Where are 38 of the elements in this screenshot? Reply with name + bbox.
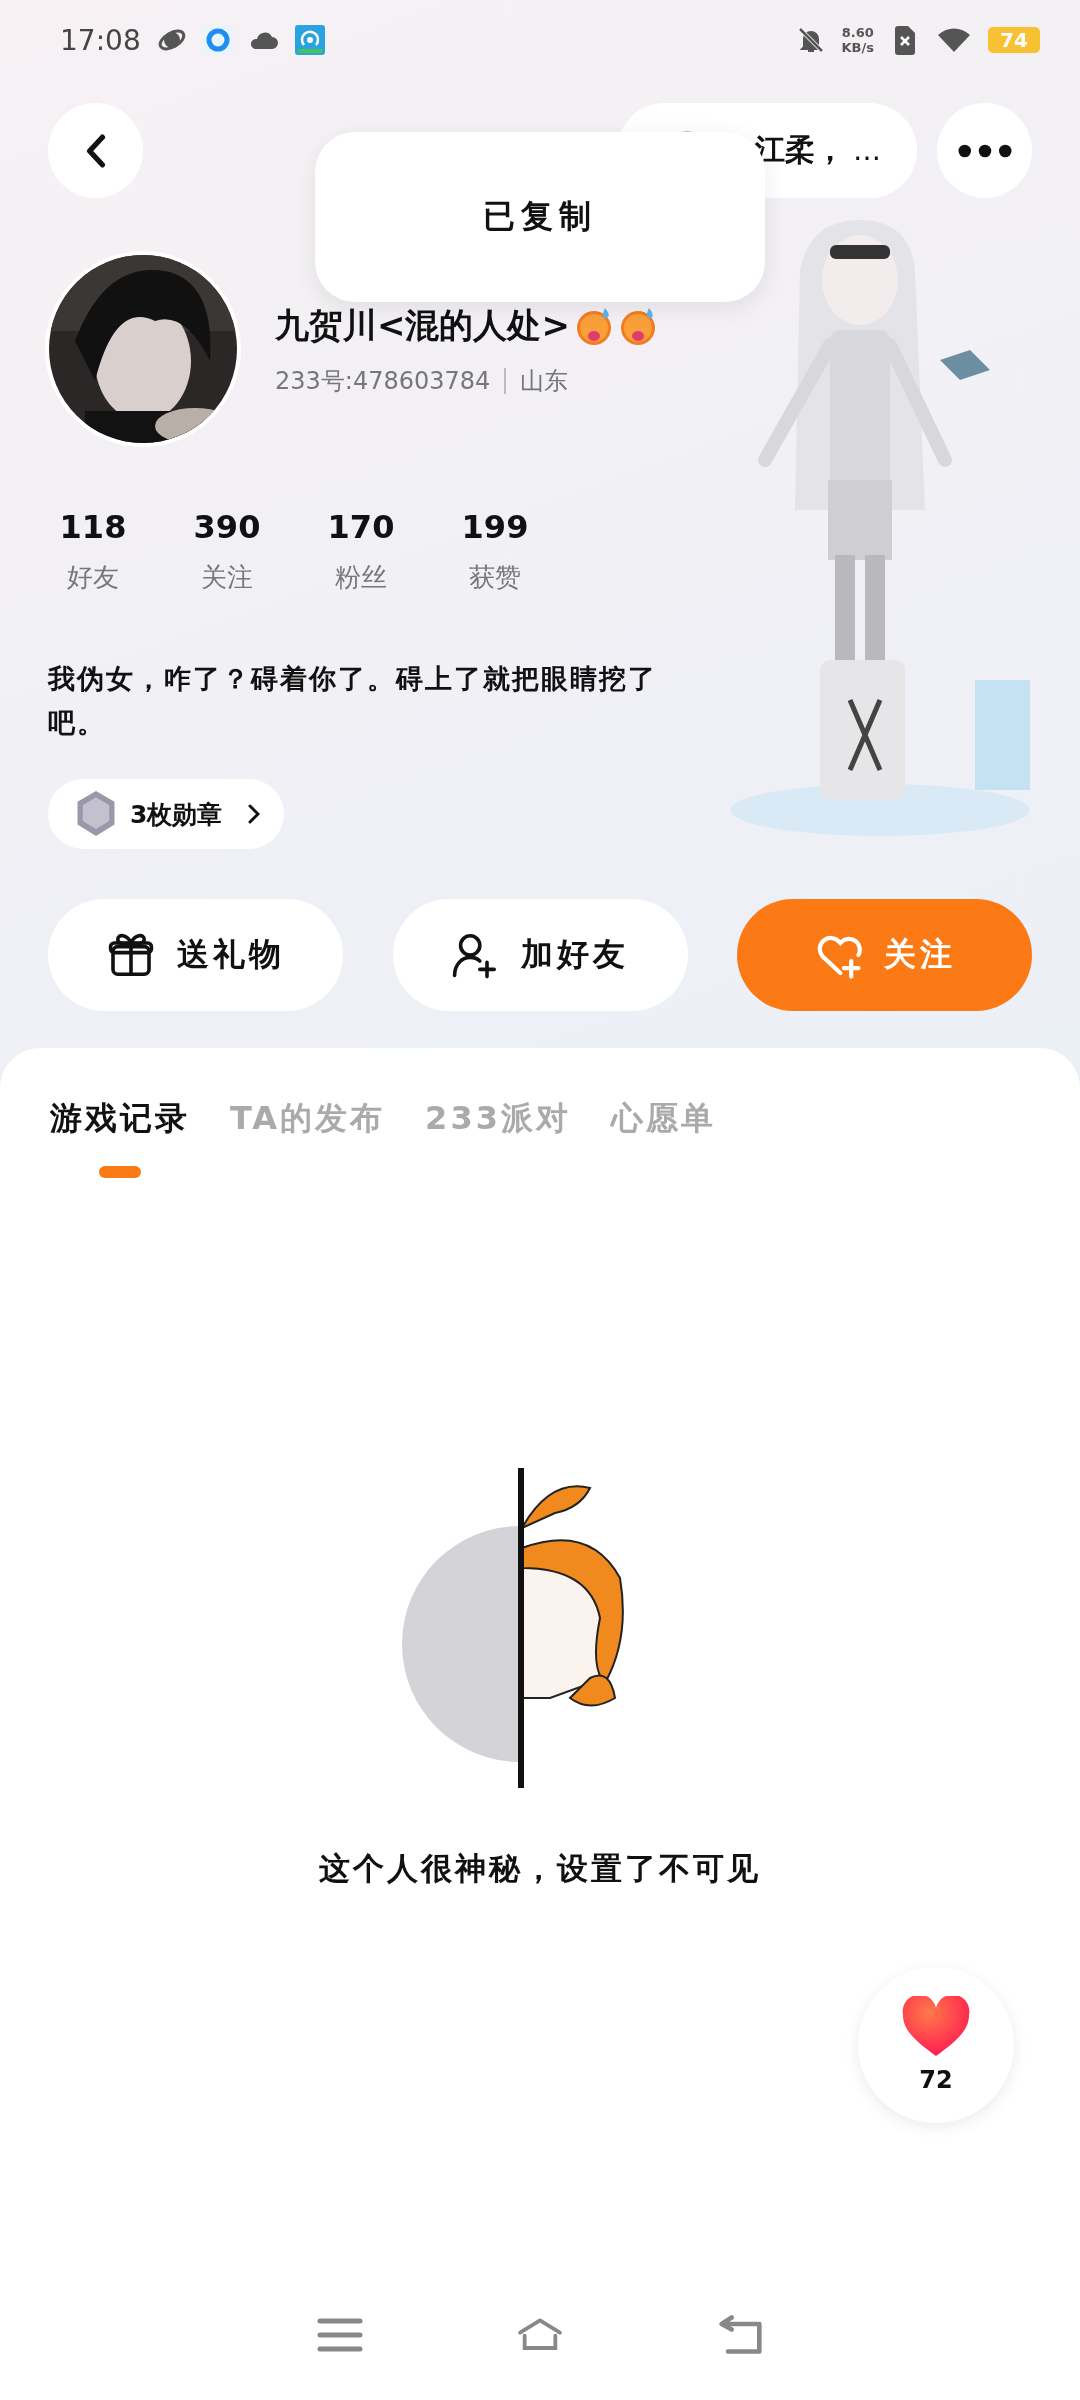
clock-time: 17:08	[60, 23, 141, 57]
tab[interactable]: 233派对	[425, 1096, 571, 1140]
add-person-icon	[451, 931, 499, 979]
stat-label[interactable]: 获赞	[469, 557, 521, 597]
back-icon	[84, 133, 107, 168]
stat-label[interactable]: 好友	[67, 557, 119, 597]
hot-face-icon	[618, 306, 658, 346]
stat-label[interactable]: 粉丝	[335, 557, 387, 597]
action-button[interactable]: 加好友	[392, 899, 688, 1011]
gift-icon	[106, 931, 155, 979]
tab-indicator	[99, 1166, 141, 1178]
more-icon	[957, 143, 1012, 158]
speed-unit: KB/s	[841, 40, 874, 55]
action-button[interactable]: 送礼物	[48, 899, 343, 1011]
battery-indicator: 74	[988, 27, 1040, 53]
stat-value: 199	[461, 507, 529, 548]
empty-message: 这个人很神秘，设置了不可见	[319, 1849, 761, 1888]
tab[interactable]: 心愿单	[610, 1096, 716, 1140]
more-text: …	[853, 134, 881, 167]
stat-label[interactable]: 关注	[201, 557, 253, 597]
heart-icon	[901, 1996, 971, 2058]
stat-value: 118	[59, 507, 127, 548]
chevron-right-icon	[248, 804, 261, 824]
tab[interactable]: TA的发布	[230, 1096, 386, 1140]
user-region: 山东	[520, 366, 569, 397]
hot-face-icon	[574, 306, 614, 346]
network-speed: 8.60	[841, 25, 874, 40]
stat-value: 170	[327, 507, 395, 548]
badges-button[interactable]: 3枚勋章	[48, 779, 285, 849]
back-nav-icon[interactable]	[717, 2313, 763, 2357]
hotspot-icon	[294, 25, 325, 55]
user-name: 九贺川<混的人处>	[275, 304, 570, 347]
browser-icon	[202, 25, 233, 55]
tab[interactable]: 游戏记录	[50, 1096, 190, 1140]
stat-value: 390	[193, 507, 261, 548]
bio-text: 我伪女，咋了？碍着你了。碍上了就把眼睛挖了吧。	[48, 662, 658, 740]
action-button[interactable]: 关注	[737, 899, 1032, 1011]
user-id: 233号:478603784	[275, 366, 491, 397]
